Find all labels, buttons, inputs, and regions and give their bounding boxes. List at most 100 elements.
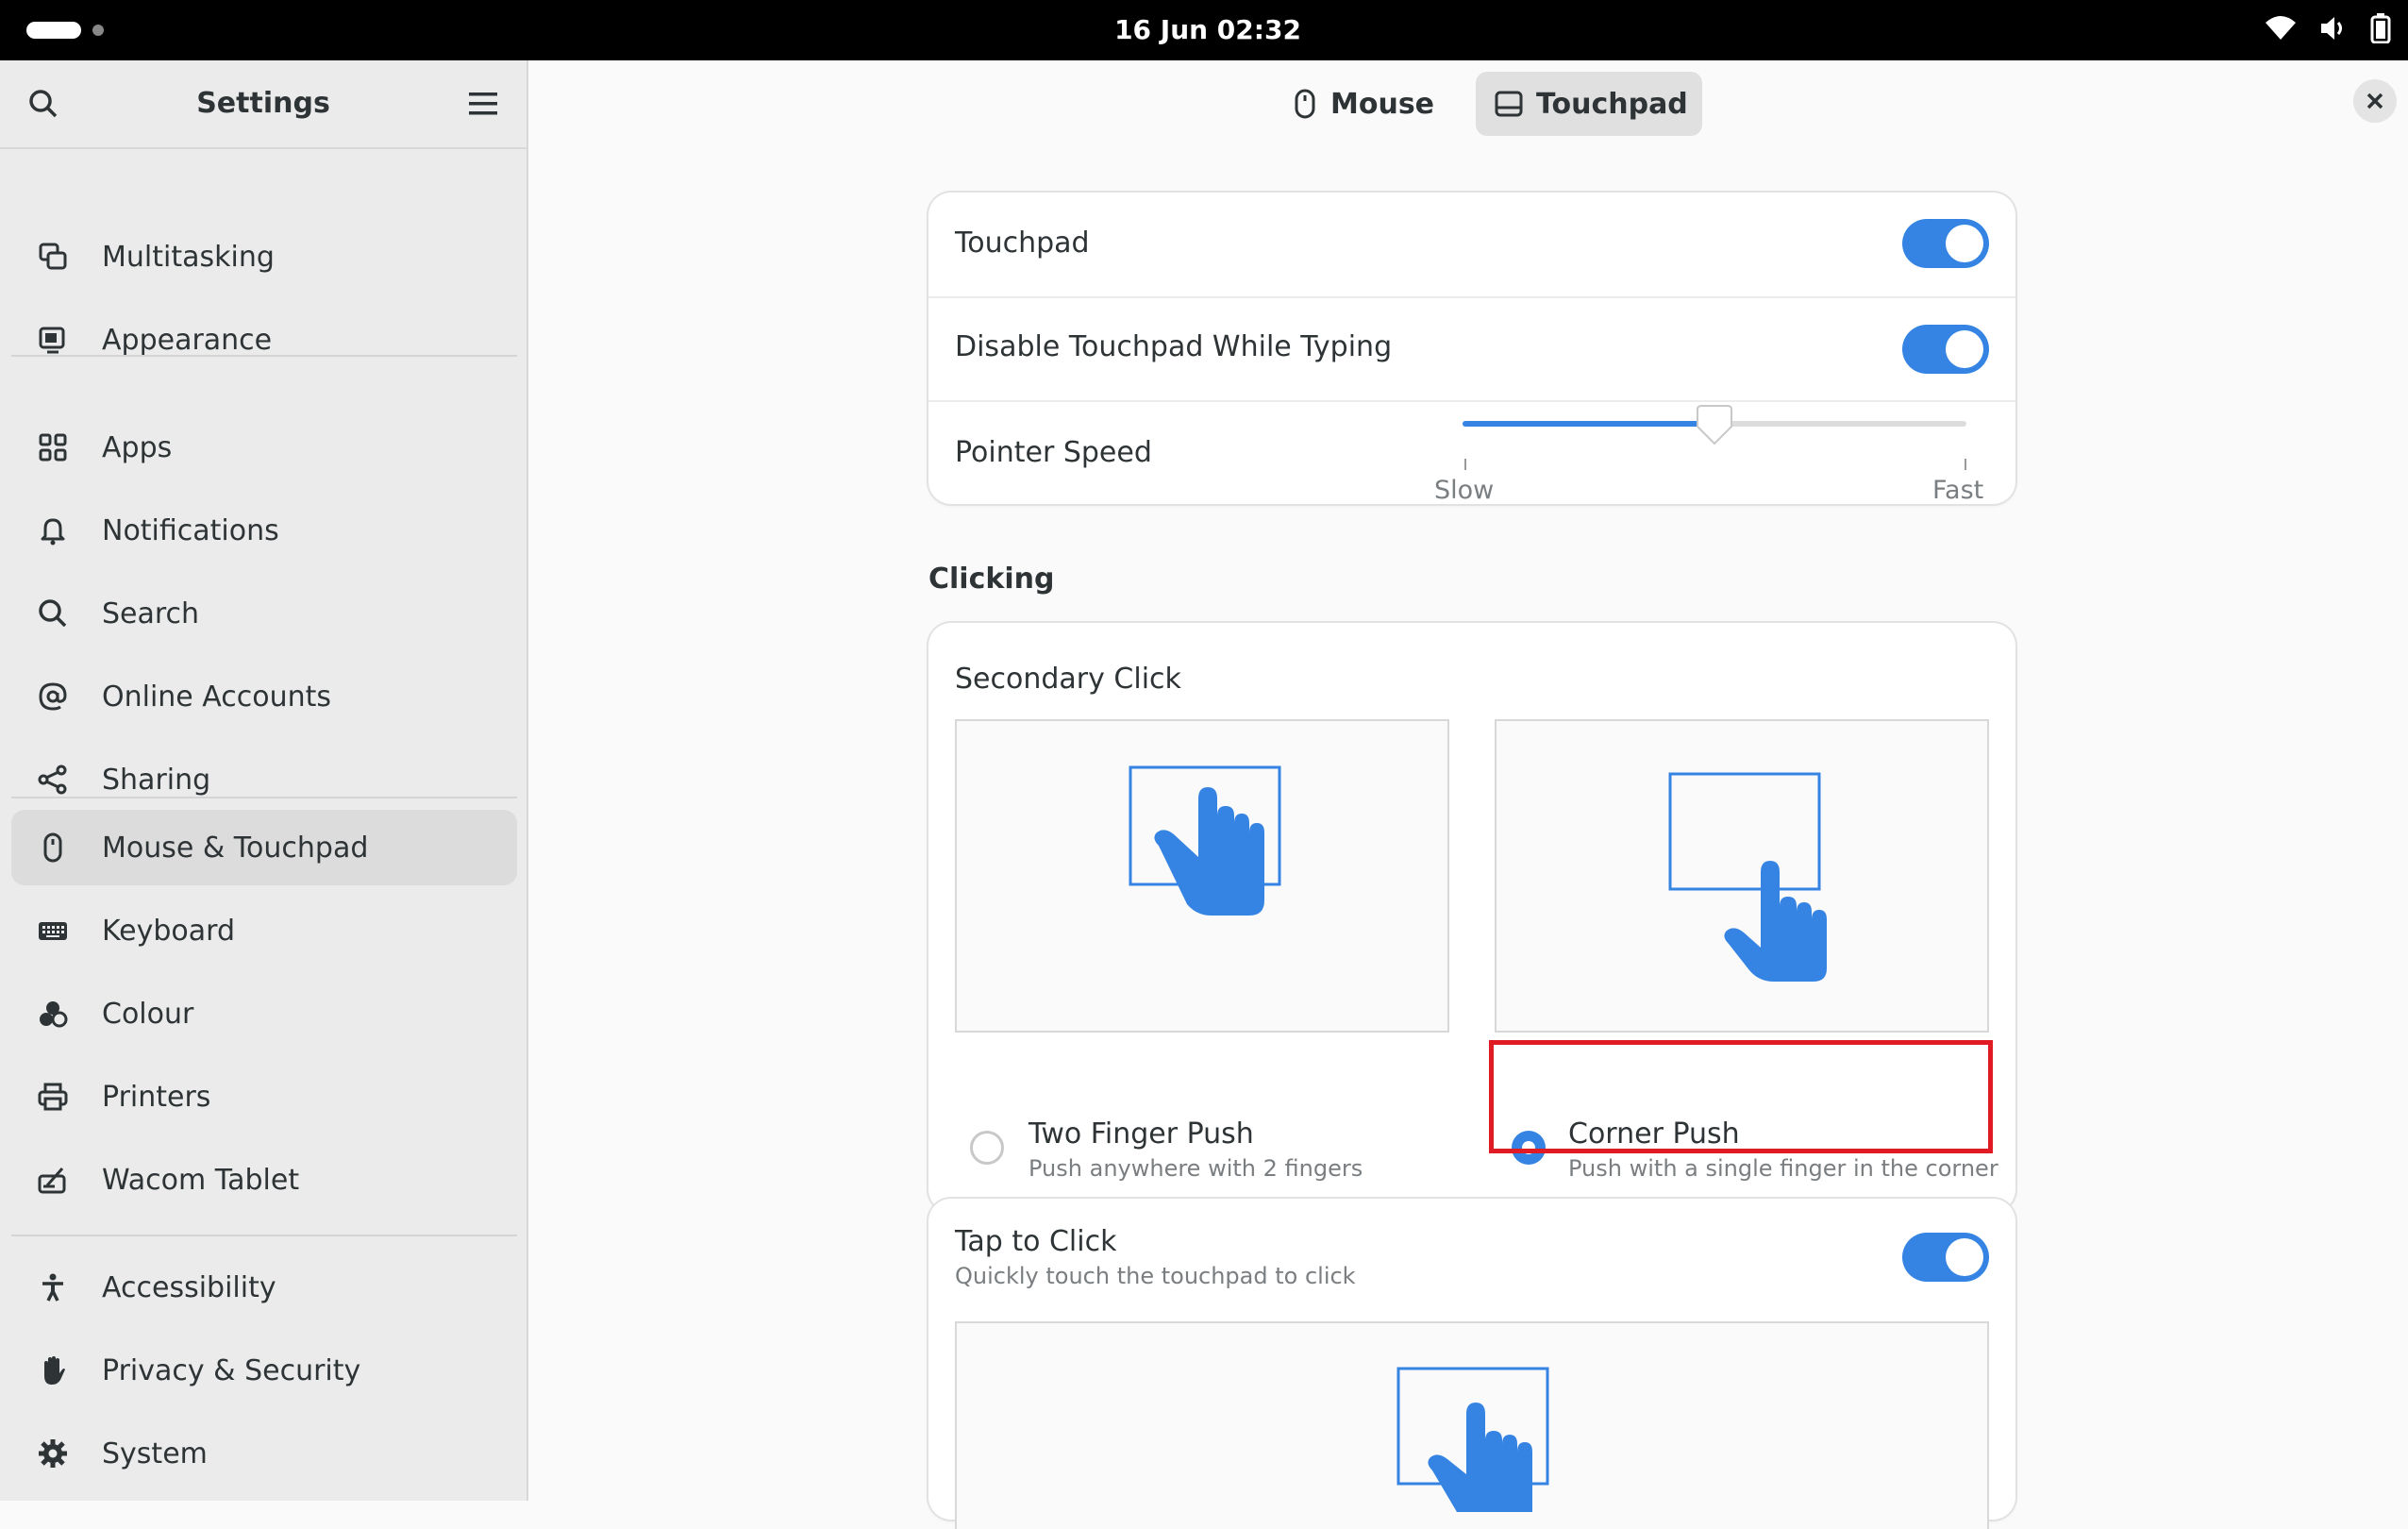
disable-while-typing-toggle[interactable] <box>1902 325 1989 374</box>
multitasking-icon <box>34 238 72 276</box>
tap-hand-illustration <box>1396 1367 1549 1512</box>
sidebar-item-wacom-tablet[interactable]: Wacom Tablet <box>11 1142 517 1218</box>
gear-icon <box>34 1435 72 1472</box>
touchpad-general-card: Touchpad Disable Touchpad While Typing P… <box>928 193 2015 505</box>
sidebar: Settings Multitasking Appearance Apps No… <box>0 60 528 1501</box>
sidebar-item-label: Wacom Tablet <box>102 1163 300 1197</box>
slider-thumb[interactable] <box>1694 404 1735 445</box>
sidebar-item-label: Apps <box>102 430 173 464</box>
two-finger-hand-illustration <box>1129 765 1281 916</box>
sidebar-item-keyboard[interactable]: Keyboard <box>11 893 517 968</box>
keyboard-icon <box>34 912 72 949</box>
battery-icon <box>2370 13 2391 43</box>
sidebar-item-label: Accessibility <box>102 1270 276 1304</box>
tap-to-click-illustration <box>955 1321 1989 1529</box>
two-finger-push-subtitle: Push anywhere with 2 fingers <box>1028 1155 1363 1182</box>
tap-to-click-card: Tap to Click Quickly touch the touchpad … <box>928 1199 2015 1529</box>
hamburger-menu-icon[interactable] <box>462 83 504 125</box>
pointer-speed-label: Pointer Speed <box>955 436 1152 469</box>
disable-while-typing-row: Disable Touchpad While Typing <box>928 298 2015 400</box>
sidebar-item-label: Privacy & Security <box>102 1353 361 1387</box>
close-button[interactable] <box>2353 79 2397 123</box>
main-panel: Mouse Touchpad Touchpad Disable Touchpad… <box>528 60 2408 1529</box>
sidebar-item-online-accounts[interactable]: Online Accounts <box>11 659 517 734</box>
slider-mark-fast <box>1965 459 1966 470</box>
sidebar-title: Settings <box>196 87 330 120</box>
touchpad-row: Touchpad <box>928 193 2015 296</box>
slider-max-label: Fast <box>1932 476 1984 505</box>
two-finger-push-radio[interactable] <box>970 1131 1004 1165</box>
sidebar-separator <box>11 797 517 798</box>
sidebar-item-label: Printers <box>102 1080 211 1114</box>
two-finger-push-illustration[interactable] <box>955 719 1449 1033</box>
sidebar-item-apps[interactable]: Apps <box>11 410 517 485</box>
volume-icon <box>2321 17 2342 40</box>
share-icon <box>34 761 72 798</box>
sidebar-item-mouse-touchpad[interactable]: Mouse & Touchpad <box>11 810 517 885</box>
appearance-icon <box>34 321 72 359</box>
accessibility-icon <box>34 1269 72 1306</box>
tap-to-click-subtitle: Quickly touch the touchpad to click <box>955 1263 1356 1289</box>
sidebar-item-notifications[interactable]: Notifications <box>11 493 517 568</box>
touchpad-icon <box>1495 91 1523 117</box>
sidebar-item-label: System <box>102 1437 208 1470</box>
corner-push-illustration[interactable] <box>1495 719 1989 1033</box>
clock[interactable]: 16 Jun 02:32 <box>0 0 2408 60</box>
pointer-speed-slider[interactable]: Slow Fast <box>1434 395 1983 505</box>
hand-icon <box>34 1352 72 1389</box>
slider-min-label: Slow <box>1434 476 1495 505</box>
clicking-section-title: Clicking <box>928 563 1055 596</box>
wifi-icon <box>2266 16 2296 40</box>
two-finger-push-title: Two Finger Push <box>1028 1117 1254 1151</box>
sidebar-item-privacy-security[interactable]: Privacy & Security <box>11 1333 517 1408</box>
sidebar-item-label: Colour <box>102 997 194 1031</box>
view-switcher: Mouse Touchpad <box>528 72 2408 136</box>
sidebar-item-printers[interactable]: Printers <box>11 1059 517 1134</box>
sidebar-item-label: Mouse & Touchpad <box>102 831 369 865</box>
mouse-icon <box>1293 89 1317 119</box>
tablet-icon <box>34 1161 72 1199</box>
sidebar-item-search[interactable]: Search <box>11 576 517 651</box>
mouse-icon <box>34 829 72 866</box>
sidebar-separator <box>11 1235 517 1236</box>
touchpad-label: Touchpad <box>955 227 1090 260</box>
sidebar-item-multitasking[interactable]: Multitasking <box>11 219 517 294</box>
close-icon <box>2366 92 2383 109</box>
slider-fill <box>1463 421 1714 427</box>
tab-touchpad[interactable]: Touchpad <box>1476 72 1702 136</box>
corner-push-subtitle: Push with a single finger in the corner <box>1568 1155 1998 1182</box>
sidebar-header: Settings <box>0 60 527 149</box>
corner-push-highlight <box>1489 1040 1993 1153</box>
sidebar-item-label: Notifications <box>102 513 279 547</box>
tap-to-click-toggle[interactable] <box>1902 1233 1989 1282</box>
tab-label: Touchpad <box>1536 87 1688 121</box>
corner-push-hand-illustration <box>1668 772 1827 982</box>
disable-while-typing-label: Disable Touchpad While Typing <box>955 330 1393 363</box>
sidebar-item-appearance[interactable]: Appearance <box>11 302 517 378</box>
touchpad-toggle[interactable] <box>1902 219 1989 268</box>
search-icon <box>34 595 72 632</box>
sidebar-item-label: Sharing <box>102 763 211 797</box>
sidebar-item-accessibility[interactable]: Accessibility <box>11 1250 517 1325</box>
printer-icon <box>34 1078 72 1116</box>
at-sign-icon <box>34 678 72 715</box>
sidebar-separator <box>11 355 517 357</box>
tab-mouse[interactable]: Mouse <box>1274 72 1434 136</box>
colour-icon <box>34 995 72 1033</box>
sidebar-item-label: Appearance <box>102 323 273 357</box>
tap-to-click-label: Tap to Click <box>955 1225 1117 1258</box>
sidebar-item-label: Keyboard <box>102 914 236 948</box>
secondary-click-label: Secondary Click <box>955 663 1181 696</box>
system-tray[interactable] <box>2265 13 2391 43</box>
sidebar-item-label: Search <box>102 596 200 630</box>
sidebar-item-system[interactable]: System <box>11 1416 517 1491</box>
slider-mark-slow <box>1464 459 1466 470</box>
sidebar-item-label: Multitasking <box>102 240 275 274</box>
tab-label: Mouse <box>1330 87 1435 121</box>
sidebar-item-colour[interactable]: Colour <box>11 976 517 1051</box>
sidebar-item-sharing[interactable]: Sharing <box>11 742 517 817</box>
bell-icon <box>34 512 72 549</box>
sidebar-item-label: Online Accounts <box>102 680 332 714</box>
top-bar: 16 Jun 02:32 <box>0 0 2408 60</box>
apps-grid-icon <box>34 428 72 466</box>
